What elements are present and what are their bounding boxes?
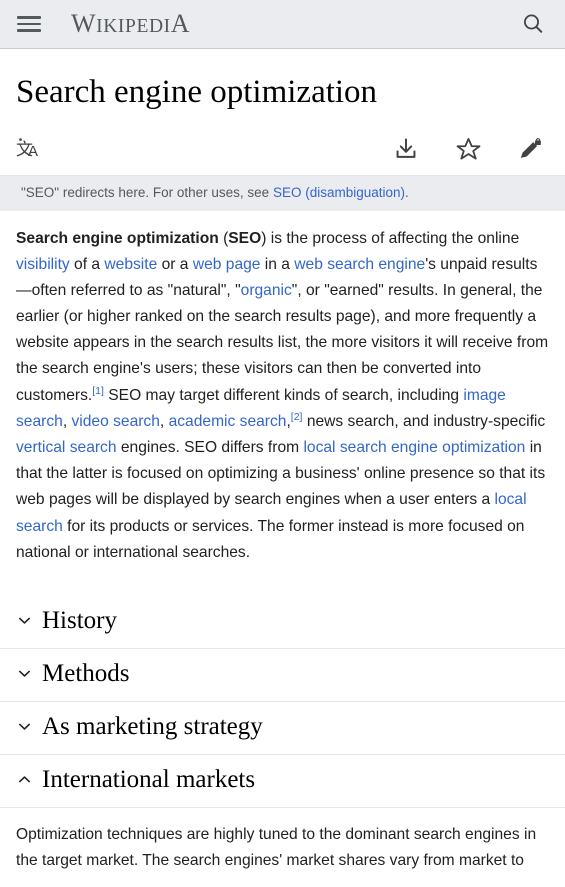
hamburger-bar	[17, 22, 41, 26]
search-icon[interactable]	[518, 9, 548, 39]
citation-1-link[interactable]: [1]	[92, 384, 104, 396]
language-icon[interactable]: 文 A	[16, 137, 42, 161]
section-header-international-markets[interactable]: International markets	[0, 755, 565, 808]
watch-star-icon[interactable]	[449, 133, 487, 165]
wordmark-ikipedi: IKIPEDI	[96, 16, 171, 37]
wordmark-w: W	[71, 9, 97, 38]
link-organic[interactable]: organic	[241, 282, 292, 299]
hamburger-menu-icon[interactable]	[17, 12, 41, 36]
wordmark-a: A	[170, 9, 191, 38]
lead-text: news search, and industry-specific	[302, 412, 546, 430]
chevron-up-icon	[16, 772, 32, 788]
link-website[interactable]: website	[104, 256, 157, 273]
section-body-international-markets: Optimization techniques are highly tuned…	[16, 825, 537, 870]
link-visibility[interactable]: visibility	[16, 256, 70, 273]
section-title: As marketing strategy	[42, 712, 263, 740]
link-academic-search[interactable]: academic search	[169, 413, 287, 430]
lead-text: engines. SEO differs from	[116, 439, 304, 456]
article-content: Search engine optimization (SEO) is the …	[0, 226, 565, 566]
link-web-search-engine[interactable]: web search engine	[294, 256, 425, 273]
hamburger-bar	[17, 29, 41, 32]
page-title: Search engine optimization	[16, 74, 378, 110]
lead-text: of a	[69, 255, 105, 273]
lead-bold-term: Search engine optimization	[16, 229, 219, 247]
lead-bold-abbr: SEO	[228, 229, 262, 247]
section-header-methods[interactable]: Methods	[0, 649, 565, 702]
citation-2[interactable]: [2]	[291, 411, 303, 423]
link-vertical-search[interactable]: vertical search	[16, 439, 117, 456]
hatnote-link[interactable]: SEO (disambiguation)	[273, 185, 405, 200]
article-action-bar: 文 A	[0, 129, 565, 177]
citation-1[interactable]: [1]	[92, 384, 104, 396]
citation-2-link[interactable]: [2]	[291, 411, 303, 423]
lead-text: (	[218, 229, 229, 247]
lead-text: in a	[260, 255, 295, 273]
hamburger-bar	[17, 16, 41, 19]
section-title: Methods	[42, 659, 130, 687]
link-local-seo[interactable]: local search engine optimization	[303, 439, 525, 456]
section-list: History Methods As marketing strategy In…	[0, 596, 565, 874]
section-header-as-marketing-strategy[interactable]: As marketing strategy	[0, 702, 565, 755]
lead-text: for its products or services. The former…	[16, 517, 525, 561]
hatnote-suffix: .	[405, 185, 409, 201]
lead-text: ) is the process of affecting the online	[261, 229, 520, 247]
hatnote-prefix: "SEO" redirects here. For other uses, se…	[21, 185, 273, 201]
wikipedia-wordmark[interactable]: WIKIPEDIA	[71, 9, 190, 39]
lead-text: SEO may target different kinds of search…	[103, 386, 464, 404]
link-video-search[interactable]: video search	[71, 413, 159, 430]
site-header: WIKIPEDIA	[0, 0, 565, 49]
language-icon-latin-glyph: A	[28, 143, 38, 160]
lead-paragraph: Search engine optimization (SEO) is the …	[16, 226, 549, 566]
download-icon[interactable]	[387, 133, 425, 165]
lead-text: ,	[159, 412, 169, 430]
section-title: History	[42, 606, 117, 634]
chevron-down-icon	[16, 613, 32, 629]
chevron-down-icon	[16, 666, 32, 682]
chevron-down-icon	[16, 719, 32, 735]
section-header-history[interactable]: History	[0, 596, 565, 649]
link-web-page[interactable]: web page	[193, 256, 261, 273]
edit-protected-icon[interactable]	[511, 133, 549, 165]
hatnote: "SEO" redirects here. For other uses, se…	[0, 176, 565, 212]
lead-text: or a	[157, 255, 193, 273]
section-title: International markets	[42, 765, 256, 793]
